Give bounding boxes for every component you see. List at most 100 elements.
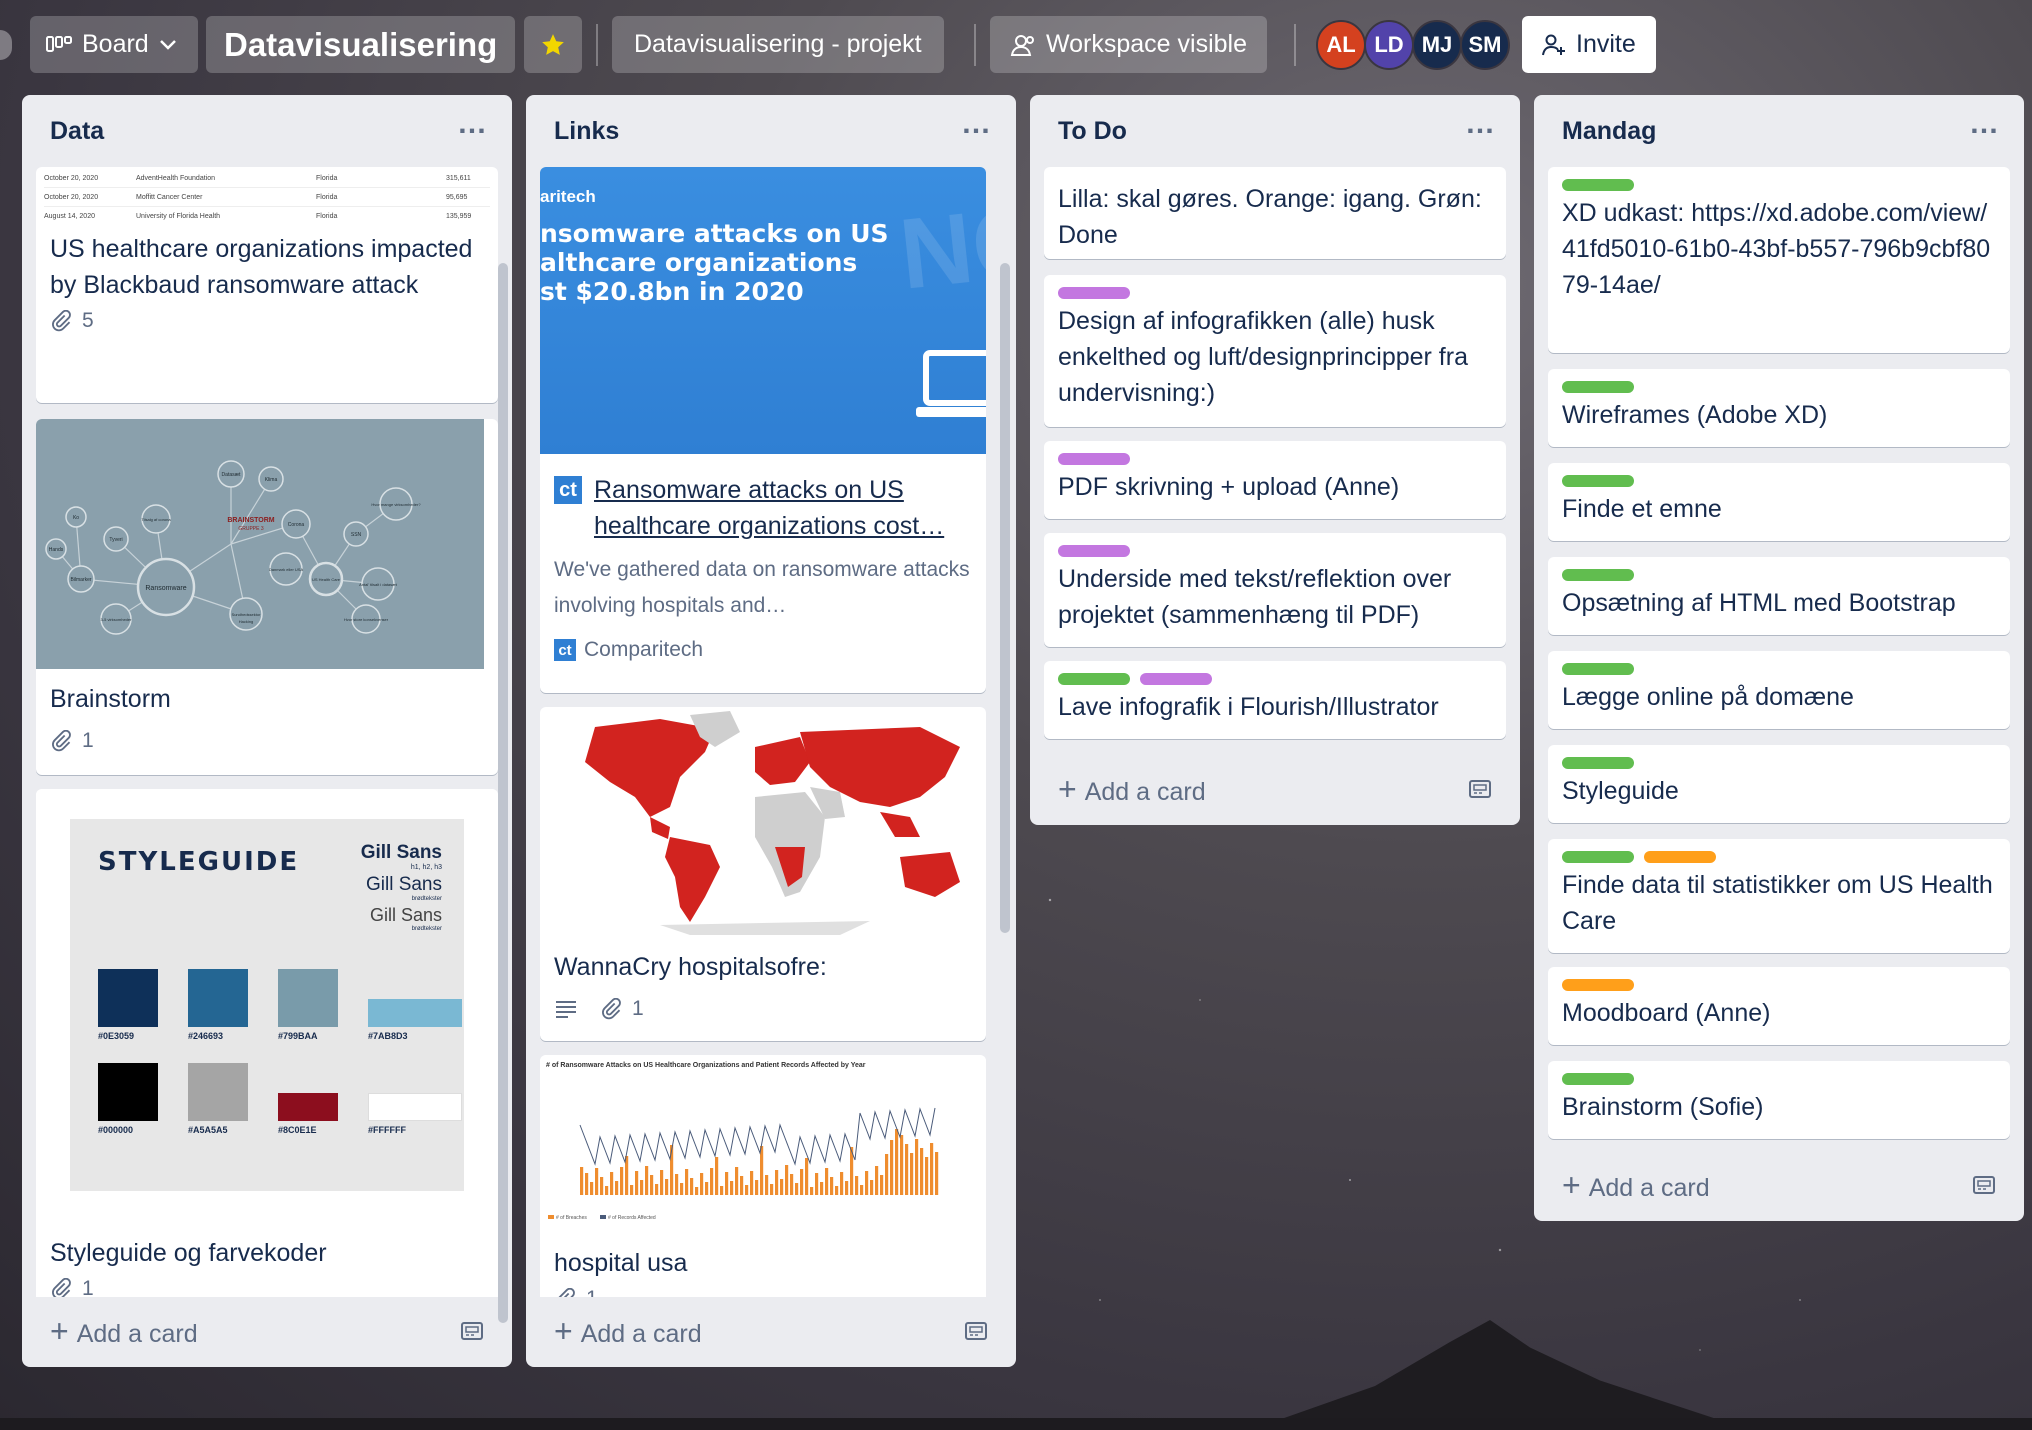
list-item[interactable]: Ransomware Datasæt Klima Corona Tilsalg … [36,419,498,775]
label-green[interactable] [1562,663,1634,675]
label-green[interactable] [1562,757,1634,769]
card-title: Styleguide [1562,777,1679,805]
avatar-initials: MJ [1421,32,1453,57]
label-green[interactable] [1562,381,1634,393]
list-menu-icon[interactable]: … [1969,109,2000,139]
label-green[interactable] [1562,475,1634,487]
list-item[interactable]: Design af infografikken (alle) husk enke… [1044,275,1506,427]
chart-bar [635,1171,639,1195]
color-swatch: #246693 [188,969,262,1041]
card-labels [1548,839,2010,867]
list-menu-icon[interactable]: … [457,109,488,139]
list-item[interactable]: Brainstorm (Sofie) [1548,1061,2010,1139]
label-purple[interactable] [1058,545,1130,557]
list-item[interactable]: Moodboard (Anne) [1548,967,2010,1045]
list-header[interactable]: Data … [22,95,512,167]
label-purple[interactable] [1058,287,1130,299]
list-item[interactable]: # of Ransomware Attacks on US Healthcare… [540,1055,986,1297]
list-scrollbar[interactable] [498,263,508,1323]
add-card-button[interactable]: + Add a card [540,1305,1002,1357]
visibility-button[interactable]: Workspace visible [990,16,1268,73]
avatar[interactable]: SM [1460,20,1510,70]
table-cell: Florida [316,193,338,201]
card-labels [1044,661,1506,689]
list-item[interactable]: WannaCry hospitalsofre: 1 [540,707,986,1041]
card-labels [1044,533,1506,561]
label-orange[interactable] [1644,851,1716,863]
list-item[interactable]: Lave infografik i Flourish/Illustrator [1044,661,1506,739]
card-title: Lilla: skal gøres. Orange: igang. Grøn: … [1058,185,1482,249]
board-view-switcher[interactable]: Board [30,16,198,73]
star-button[interactable] [524,16,582,73]
label-green[interactable] [1562,179,1634,191]
chart-bar [790,1174,794,1195]
list-item[interactable]: Lægge online på domæne [1548,651,2010,729]
chart-bar [700,1173,704,1195]
card-title: Moodboard (Anne) [1562,999,1771,1027]
list-item[interactable]: NCY aritech nsomware attacks on US althc… [540,167,986,693]
invite-button[interactable]: Invite [1522,16,1656,73]
chart-bar [580,1167,584,1195]
swatch-label: #246693 [188,1031,224,1041]
list-item[interactable]: XD udkast: https://xd.adobe.com/view/41f… [1548,167,2010,353]
board-title-text: Datavisualisering [224,25,498,63]
add-card-button[interactable]: + Add a card [1044,763,1506,815]
list-menu-icon[interactable]: … [1465,109,1496,139]
list-scrollbar[interactable] [1000,263,1010,933]
list-item[interactable]: Finde data til statistikker om US Health… [1548,839,2010,953]
list-item[interactable]: Finde et emne [1548,463,2010,541]
list-item[interactable]: Styleguide [1548,745,2010,823]
card-template-icon[interactable] [1972,1174,1996,1196]
list-header[interactable]: Links … [526,95,1016,167]
list-item[interactable]: Opsætning af HTML med Bootstrap [1548,557,2010,635]
list-item[interactable]: Lilla: skal gøres. Orange: igang. Grøn: … [1044,167,1506,259]
list-item[interactable]: PDF skrivning + upload (Anne) [1044,441,1506,519]
chart-bar [705,1182,709,1195]
avatar[interactable]: MJ [1412,20,1462,70]
add-card-button[interactable]: + Add a card [1548,1159,2010,1211]
list-item[interactable]: October 20, 2020 AdventHealth Foundation F… [36,167,498,403]
label-green[interactable] [1562,851,1634,863]
label-orange[interactable] [1562,979,1634,991]
legend-label: # of Records Affected [608,1215,656,1221]
card-template-icon[interactable] [460,1320,484,1342]
avatar[interactable]: LD [1364,20,1414,70]
sidebar-toggle-icon[interactable] [0,30,12,60]
list-item[interactable]: Underside med tekst/reflektion over proj… [1044,533,1506,647]
workspace-button[interactable]: Datavisualisering - projekt [612,16,944,73]
card-template-icon[interactable] [964,1320,988,1342]
card-title: PDF skrivning + upload (Anne) [1058,473,1400,501]
font-sample-sub: brødtekster [411,926,442,932]
chart-bar [615,1181,619,1195]
board-title[interactable]: Datavisualisering [206,16,516,73]
add-card-button[interactable]: + Add a card [36,1305,498,1357]
label-green[interactable] [1058,673,1130,685]
card-cover-styleguide: STYLEGUIDE Gill Sans h1, h2, h3 Gill San… [36,789,498,1221]
label-green[interactable] [1562,569,1634,581]
card-labels [1548,369,2010,397]
card-link-title[interactable]: Ransomware attacks on US healthcare orga… [594,472,972,544]
cover-headline: althcare organizations [540,248,858,277]
mindmap-node: Tilsalg af corona [141,517,171,522]
label-green[interactable] [1562,1073,1634,1085]
label-purple[interactable] [1058,453,1130,465]
mindmap-node: Hacking [239,619,253,624]
list-item[interactable]: STYLEGUIDE Gill Sans h1, h2, h3 Gill San… [36,789,498,1297]
chart-bar [765,1175,769,1195]
avatar[interactable]: AL [1316,20,1366,70]
card-cover-article: NCY aritech nsomware attacks on US althc… [540,167,986,454]
list-menu-icon[interactable]: … [961,109,992,139]
card-template-icon[interactable] [1468,778,1492,800]
mindmap-node: SSN [351,532,362,538]
chart-bar [885,1154,889,1195]
card-title: Lægge online på domæne [1562,683,1854,711]
label-purple[interactable] [1140,673,1212,685]
list-header[interactable]: Mandag … [1534,95,2024,167]
card-list: October 20, 2020 AdventHealth Foundation F… [36,167,498,1297]
legend-label: # of Breaches [556,1215,587,1221]
list-item[interactable]: Wireframes (Adobe XD) [1548,369,2010,447]
card-cover-table: October 20, 2020 AdventHealth Foundation F… [36,167,498,227]
chart-bar [820,1182,824,1195]
list-header[interactable]: To Do … [1030,95,1520,167]
attachment-count: 1 [632,997,644,1020]
